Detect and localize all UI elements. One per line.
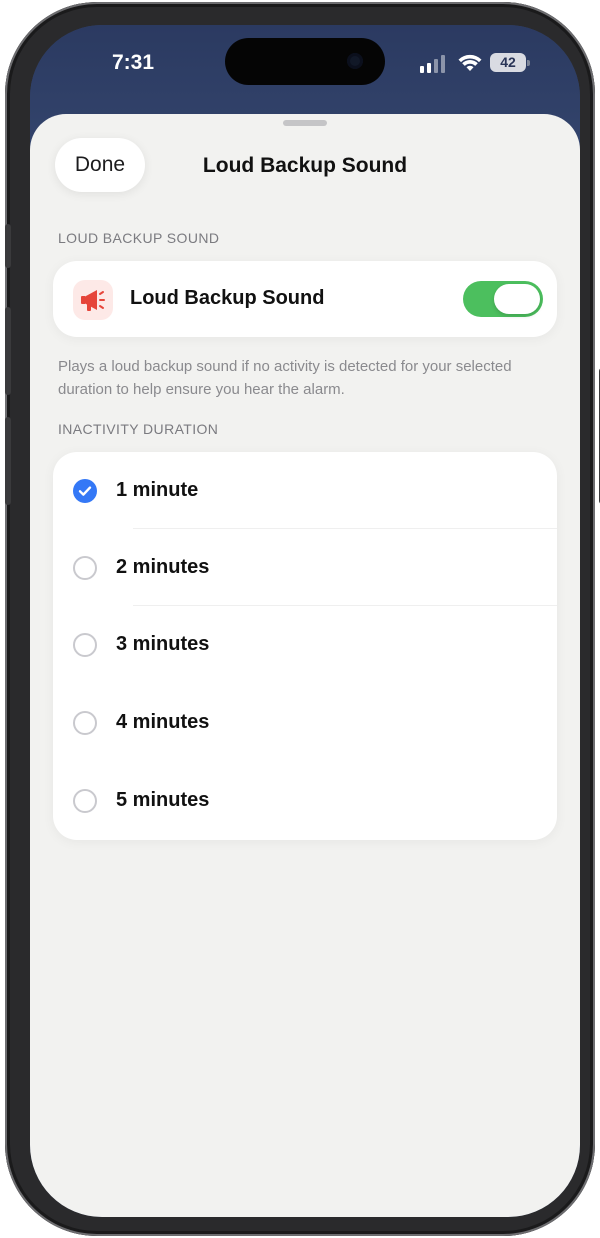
duration-option-label: 1 minute xyxy=(116,479,199,501)
battery-tip xyxy=(527,60,530,66)
battery-indicator: 42 xyxy=(490,53,526,72)
duration-option-4[interactable]: 4 minutes xyxy=(53,684,557,761)
duration-option-label: 4 minutes xyxy=(116,711,210,733)
duration-option-label: 3 minutes xyxy=(116,633,210,655)
loud-backup-switch[interactable] xyxy=(463,281,543,317)
loud-backup-toggle-row: Loud Backup Sound xyxy=(53,261,557,337)
radio-unchecked-icon xyxy=(73,711,97,735)
toggle-label: Loud Backup Sound xyxy=(130,287,325,309)
wifi-icon xyxy=(458,54,482,71)
volume-up-button xyxy=(5,307,11,395)
status-time: 7:31 xyxy=(112,51,155,74)
sheet-grabber[interactable] xyxy=(283,120,327,126)
sheet-title: Loud Backup Sound xyxy=(202,154,408,177)
loud-backup-description: Plays a loud backup sound if no activity… xyxy=(58,358,512,398)
dynamic-island xyxy=(225,38,385,85)
duration-options-list: 1 minute 2 minutes 3 minutes 4 minutes 5… xyxy=(53,452,557,840)
duration-option-3[interactable]: 3 minutes xyxy=(53,606,557,683)
duration-option-1[interactable]: 1 minute xyxy=(53,452,557,529)
switch-knob xyxy=(494,284,540,314)
radio-unchecked-icon xyxy=(73,633,97,657)
megaphone-icon xyxy=(73,280,113,320)
phone-frame: 7:31 42 Done Loud Backup Sound LOUD BACK… xyxy=(5,2,600,1236)
radio-unchecked-icon xyxy=(73,789,97,813)
cellular-signal-icon xyxy=(420,55,446,73)
camera-icon xyxy=(347,53,363,69)
radio-unchecked-icon xyxy=(73,556,97,580)
section-label-inactivity-duration: INACTIVITY DURATION xyxy=(58,421,219,437)
section-label-loud-backup: LOUD BACKUP SOUND xyxy=(58,230,220,246)
volume-down-button xyxy=(5,417,11,505)
action-button xyxy=(5,224,11,268)
checkmark-icon xyxy=(73,479,97,503)
screen: 7:31 42 Done Loud Backup Sound LOUD BACK… xyxy=(30,25,580,1217)
duration-option-label: 2 minutes xyxy=(116,556,210,578)
settings-sheet: Done Loud Backup Sound LOUD BACKUP SOUND… xyxy=(30,114,580,1217)
duration-option-2[interactable]: 2 minutes xyxy=(53,529,557,606)
duration-option-5[interactable]: 5 minutes xyxy=(53,762,557,839)
duration-option-label: 5 minutes xyxy=(116,789,210,811)
